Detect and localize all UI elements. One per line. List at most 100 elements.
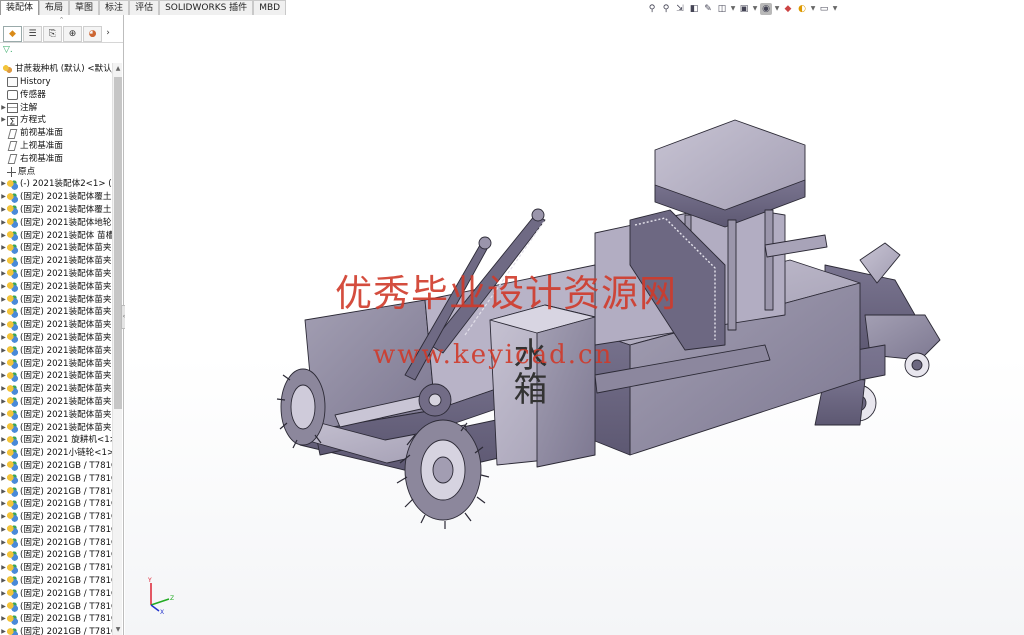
expand-arrow-icon[interactable]: ▶ xyxy=(0,396,7,409)
tree-item[interactable]: ▶ (固定) 2021装配体覆土 xyxy=(0,191,112,204)
expand-arrow-icon[interactable]: ▶ xyxy=(0,562,7,575)
tree-item[interactable]: ▶ (固定) 2021GB / T781C xyxy=(0,498,112,511)
tree-item[interactable]: ▶ (固定) 2021装配体苗夹 xyxy=(0,370,112,383)
tree-item[interactable]: ▶ (固定) 2021装配体 苗槽 xyxy=(0,230,112,243)
tree-item[interactable]: 右视基准面 xyxy=(0,153,112,166)
expand-arrow-icon[interactable]: ▶ xyxy=(0,498,7,511)
expand-arrow-icon[interactable]: ▶ xyxy=(0,204,7,217)
tree-item[interactable]: 原点 xyxy=(0,166,112,179)
tree-item[interactable]: ▶ (固定) 2021装配体苗夹 xyxy=(0,281,112,294)
tree-item[interactable]: ▶ (固定) 2021GB / T781C xyxy=(0,486,112,499)
expand-arrow-icon[interactable]: ▶ xyxy=(0,434,7,447)
panel-grip-icon[interactable]: ⌃ xyxy=(0,15,123,25)
expand-arrow-icon[interactable]: ▶ xyxy=(0,319,7,332)
feature-manager-icon[interactable]: ◆ xyxy=(3,25,22,42)
tree-item[interactable]: ▶ (固定) 2021GB / T781C xyxy=(0,575,112,588)
tab-3[interactable]: 标注 xyxy=(99,0,130,15)
section-view-icon[interactable]: ◧ xyxy=(688,3,700,15)
expand-arrow-icon[interactable]: ▶ xyxy=(0,242,7,255)
view-orientation-icon[interactable]: ◫ xyxy=(716,3,728,15)
expand-arrow-icon[interactable]: ▶ xyxy=(0,217,7,230)
chevron-down-icon[interactable]: ▼ xyxy=(774,3,780,15)
tree-item[interactable]: ▶ (固定) 2021装配体苗夹 xyxy=(0,409,112,422)
display-style-icon[interactable]: ▣ xyxy=(738,3,750,15)
chevron-down-icon[interactable]: ▼ xyxy=(832,3,838,15)
tree-item[interactable]: ▶ (固定) 2021GB / T781C xyxy=(0,524,112,537)
tree-root[interactable]: 甘蔗栽种机 (默认) <默认_显 xyxy=(2,63,112,76)
tab-0[interactable]: 装配体 xyxy=(0,0,40,15)
chevron-down-icon[interactable]: ▼ xyxy=(810,3,816,15)
tree-item[interactable]: ▶ (固定) 2021装配体苗夹 xyxy=(0,345,112,358)
expand-arrow-icon[interactable]: ▶ xyxy=(0,447,7,460)
expand-arrow-icon[interactable]: ▶ xyxy=(0,345,7,358)
tree-item[interactable]: ▶ 注解 xyxy=(0,102,112,115)
dynamic-annotation-icon[interactable]: ✎ xyxy=(702,3,714,15)
tree-item[interactable]: ▶ (固定) 2021小链轮<1> xyxy=(0,447,112,460)
chevron-down-icon[interactable]: ▼ xyxy=(730,3,736,15)
expand-arrow-icon[interactable]: ▶ xyxy=(0,294,7,307)
expand-arrow-icon[interactable]: ▶ xyxy=(0,268,7,281)
tree-item[interactable]: ▶ (固定) 2021装配体苗夹 xyxy=(0,383,112,396)
chevron-down-icon[interactable]: ▼ xyxy=(752,3,758,15)
zoom-area-icon[interactable]: ⚲ xyxy=(660,3,672,15)
expand-arrow-icon[interactable]: ▶ xyxy=(0,102,7,115)
apply-scene-icon[interactable]: ◐ xyxy=(796,3,808,15)
expand-arrow-icon[interactable]: ▶ xyxy=(0,613,7,626)
expand-arrow-icon[interactable]: ▶ xyxy=(0,460,7,473)
tree-item[interactable]: ▶ (-) 2021装配体2<1> (默 xyxy=(0,178,112,191)
expand-arrow-icon[interactable]: ▶ xyxy=(0,191,7,204)
expand-arrow-icon[interactable]: ▶ xyxy=(0,422,7,435)
expand-arrow-icon[interactable]: ▶ xyxy=(0,626,7,635)
tree-item[interactable]: ▶ (固定) 2021装配体苗夹 xyxy=(0,358,112,371)
property-manager-icon[interactable]: ☰ xyxy=(23,25,42,42)
scroll-up-icon[interactable]: ▲ xyxy=(113,65,123,72)
expand-arrow-icon[interactable]: ▶ xyxy=(0,114,7,127)
expand-arrow-icon[interactable]: ▶ xyxy=(0,575,7,588)
tree-item[interactable]: ▶ (固定) 2021GB / T781C xyxy=(0,460,112,473)
tree-item[interactable]: ▶ (固定) 2021装配体苗夹 xyxy=(0,268,112,281)
tab-6[interactable]: MBD xyxy=(253,0,287,15)
expand-arrow-icon[interactable]: ▶ xyxy=(0,524,7,537)
tree-item[interactable]: ▶ (固定) 2021GB / T781C xyxy=(0,588,112,601)
expand-arrow-icon[interactable]: ▶ xyxy=(0,511,7,524)
tree-item[interactable]: ▶ (固定) 2021装配体地轮 xyxy=(0,217,112,230)
tree-item[interactable]: ▶ (固定) 2021GB / T781C xyxy=(0,511,112,524)
tab-4[interactable]: 评估 xyxy=(129,0,160,15)
filter-icon[interactable]: ▽. xyxy=(0,43,123,57)
dimxpert-icon[interactable]: ⊕ xyxy=(63,25,82,42)
expand-arrow-icon[interactable]: ▶ xyxy=(0,178,7,191)
tab-2[interactable]: 草图 xyxy=(69,0,100,15)
expand-arrow-icon[interactable]: ▶ xyxy=(0,486,7,499)
tree-item[interactable]: ▶ (固定) 2021装配体苗夹 xyxy=(0,306,112,319)
scrollbar-thumb[interactable] xyxy=(114,77,122,409)
tree-item[interactable]: ▶ (固定) 2021GB / T781C xyxy=(0,549,112,562)
graphics-area[interactable]: 水箱 优秀毕业设计资源网 www.keyicad.cn Y Z X xyxy=(125,15,1024,635)
expand-arrow-icon[interactable]: ▶ xyxy=(0,383,7,396)
tree-item[interactable]: ▶ (固定) 2021装配体苗夹 xyxy=(0,255,112,268)
tree-item[interactable]: ▶ (固定) 2021GB / T781C xyxy=(0,626,112,635)
tree-item[interactable]: ▶ (固定) 2021GB / T781C xyxy=(0,537,112,550)
display-manager-icon[interactable]: ◕ xyxy=(83,25,102,42)
tree-item[interactable]: ▶ (固定) 2021GB / T781C xyxy=(0,601,112,614)
tree-item[interactable]: ▶ (固定) 2021GB / T781C xyxy=(0,473,112,486)
tree-item[interactable]: ▶ (固定) 2021装配体苗夹 xyxy=(0,332,112,345)
expand-arrow-icon[interactable]: ▶ xyxy=(0,230,7,243)
tree-item[interactable]: ▶ ∑ 方程式 xyxy=(0,114,112,127)
expand-arrow-icon[interactable]: ▶ xyxy=(0,358,7,371)
tree-item[interactable]: 上视基准面 xyxy=(0,140,112,153)
expand-arrow-icon[interactable]: ▶ xyxy=(0,370,7,383)
tree-item[interactable]: ▶ (固定) 2021GB / T781C xyxy=(0,613,112,626)
tree-item[interactable]: ▶ (固定) 2021装配体苗夹 xyxy=(0,422,112,435)
previous-view-icon[interactable]: ⇲ xyxy=(674,3,686,15)
expand-arrow-icon[interactable]: ▶ xyxy=(0,473,7,486)
tree-item[interactable]: ▶ (固定) 2021装配体覆土 xyxy=(0,204,112,217)
expand-arrow-icon[interactable]: ▶ xyxy=(0,409,7,422)
tree-item[interactable]: ▶ (固定) 2021GB / T781C xyxy=(0,562,112,575)
expand-arrow-icon[interactable]: ▶ xyxy=(0,255,7,268)
tree-scrollbar[interactable]: ▲ ▼ xyxy=(112,63,122,635)
more-tabs-icon[interactable]: › xyxy=(103,26,113,42)
tree-item[interactable]: 传感器 xyxy=(0,89,112,102)
expand-arrow-icon[interactable]: ▶ xyxy=(0,588,7,601)
expand-arrow-icon[interactable]: ▶ xyxy=(0,306,7,319)
scroll-down-icon[interactable]: ▼ xyxy=(113,626,123,633)
